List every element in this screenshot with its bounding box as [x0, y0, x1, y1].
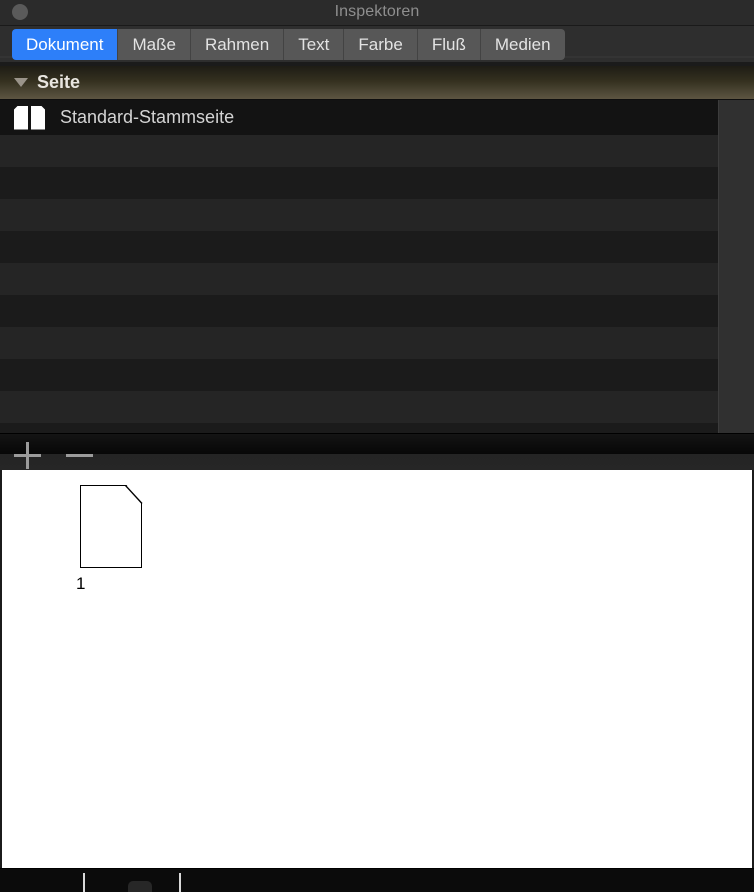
- facing-pages-icon: [14, 105, 46, 130]
- page-list-toolbar: [0, 433, 754, 470]
- page-list-empty-row[interactable]: [0, 199, 718, 231]
- list-item-master-page[interactable]: Standard-Stammseite: [0, 100, 718, 135]
- page-list-empty-row[interactable]: [0, 231, 718, 263]
- title-bar: Inspektoren: [0, 0, 754, 26]
- document-canvas[interactable]: 1: [0, 470, 754, 868]
- tab-masse[interactable]: Maße: [118, 29, 191, 60]
- status-bar-separator-left: [83, 873, 85, 892]
- page-list-empty-row[interactable]: [0, 135, 718, 167]
- status-bar-icon[interactable]: [128, 881, 152, 892]
- page-list-empty-row[interactable]: [0, 327, 718, 359]
- section-title: Seite: [37, 72, 81, 92]
- section-header-seite[interactable]: Seite: [0, 66, 754, 100]
- page-list: Standard-Stammseite: [0, 100, 754, 433]
- page-list-empty-row[interactable]: [0, 263, 718, 295]
- page-list-empty-rows: [0, 135, 718, 433]
- page-list-empty-row[interactable]: [0, 391, 718, 423]
- page-list-empty-row[interactable]: [0, 423, 718, 433]
- tab-dokument[interactable]: Dokument: [12, 29, 119, 60]
- window-title: Inspektoren: [334, 3, 420, 20]
- page-list-empty-row[interactable]: [0, 359, 718, 391]
- page-list-scrollbar[interactable]: [718, 100, 754, 433]
- tab-rahmen[interactable]: Rahmen: [190, 29, 285, 60]
- tab-farbe[interactable]: Farbe: [344, 29, 418, 60]
- inspector-window: Inspektoren Dokument Maße Rahmen Text Fa…: [0, 0, 754, 892]
- page-fold-corner-icon: [125, 485, 143, 505]
- triangle-down-icon[interactable]: [14, 78, 28, 87]
- tab-medien[interactable]: Medien: [480, 29, 565, 60]
- tab-text[interactable]: Text: [284, 29, 345, 60]
- page-number-label: 1: [76, 574, 86, 593]
- status-bar-separator-right: [179, 873, 181, 892]
- status-bar: [0, 868, 754, 892]
- tab-fluss[interactable]: Fluß: [417, 29, 481, 60]
- plus-icon[interactable]: [14, 442, 41, 469]
- minus-icon[interactable]: [66, 454, 93, 457]
- list-item-label: Standard-Stammseite: [60, 107, 235, 127]
- page-list-empty-row[interactable]: [0, 295, 718, 327]
- page-list-empty-row[interactable]: [0, 167, 718, 199]
- tab-group: Dokument Maße Rahmen Text Farbe Fluß Med…: [12, 29, 565, 60]
